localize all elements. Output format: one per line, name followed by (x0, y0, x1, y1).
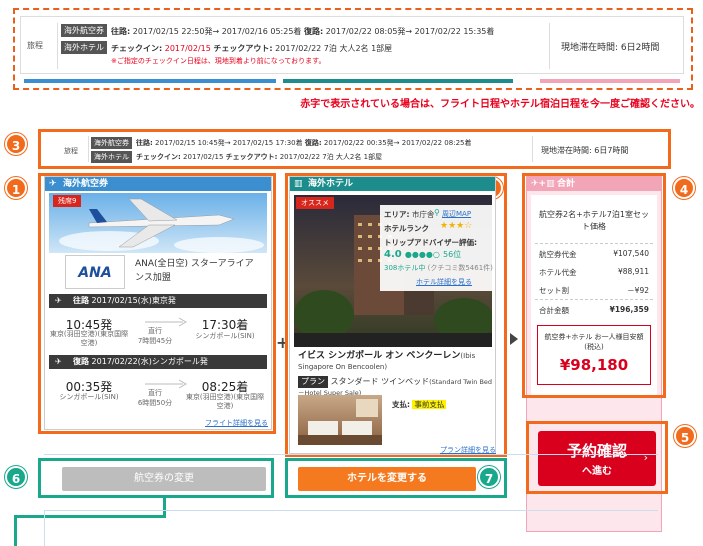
divider (532, 136, 533, 162)
total-color-bar (540, 79, 680, 83)
date-check-notice: 赤字で表示されている場合は、フライト日程やホテル宿泊日程を今一度ご確認ください。 (300, 99, 700, 110)
connector-line (14, 515, 166, 518)
chevron-right-icon (510, 333, 518, 345)
divider (57, 23, 58, 69)
hotel-tag: 海外ホテル (91, 151, 132, 163)
highlight-frame-hotel (285, 173, 507, 457)
hotel-dates: チェックイン: 2017/02/15 チェックアウト: 2017/02/22 7… (136, 153, 383, 161)
stay-duration: 現地滞在時間: 6日7時間 (541, 146, 629, 155)
reserve-sub-label: へ進む (582, 466, 612, 477)
highlight-frame-flight (38, 173, 276, 434)
stay-duration: 現地滞在時間: 6日2時間 (561, 43, 660, 53)
chevron-right-icon: › (643, 451, 648, 464)
divider (549, 23, 550, 69)
divider (44, 454, 658, 455)
reserve-confirm-button[interactable]: 予約確認 へ進む › (538, 431, 656, 486)
highlight-frame-total (522, 173, 666, 398)
flight-times: 往路: 2017/02/15 10:45発→ 2017/02/15 17:30着… (136, 139, 472, 147)
divider (44, 510, 45, 546)
flight-tag: 海外航空券 (61, 24, 107, 37)
remaining-seats-badge-front: 残席9 (53, 195, 82, 207)
marker-4: 4 (673, 177, 695, 199)
hotel-color-bar (283, 79, 513, 83)
divider (88, 136, 89, 162)
travel-label: 旅程 (64, 147, 78, 155)
connector-line (14, 515, 17, 546)
reserve-main-label: 予約確認 (566, 442, 627, 460)
change-flight-button[interactable]: 航空券の変更 (62, 467, 266, 491)
change-hotel-button[interactable]: ホテルを変更する (298, 467, 476, 491)
travel-label: 旅程 (27, 41, 43, 50)
marker-3: 3 (5, 133, 27, 155)
itinerary-summary: 旅程 海外航空券 往路: 2017/02/15 10:45発→ 2017/02/… (44, 134, 666, 164)
marker-6: 6 (5, 466, 27, 488)
flight-color-bar (24, 79, 276, 83)
divider (44, 510, 658, 511)
marker-1: 1 (5, 177, 27, 199)
flight-tag: 海外航空券 (91, 137, 132, 149)
itinerary-summary-top: 旅程 海外航空券 往路: 2017/02/15 22:50発→ 2017/02/… (20, 16, 684, 74)
marker-5: 5 (674, 425, 696, 447)
flight-times: 往路: 2017/02/15 22:50発→ 2017/02/16 05:25着… (111, 27, 495, 36)
hotel-tag: 海外ホテル (61, 41, 107, 54)
checkin-warning: ※ご指定のチェックイン日程は、現地到着より前になっております。 (111, 57, 326, 65)
hotel-dates: チェックイン: 2017/02/15 チェックアウト: 2017/02/22 7… (111, 44, 393, 53)
